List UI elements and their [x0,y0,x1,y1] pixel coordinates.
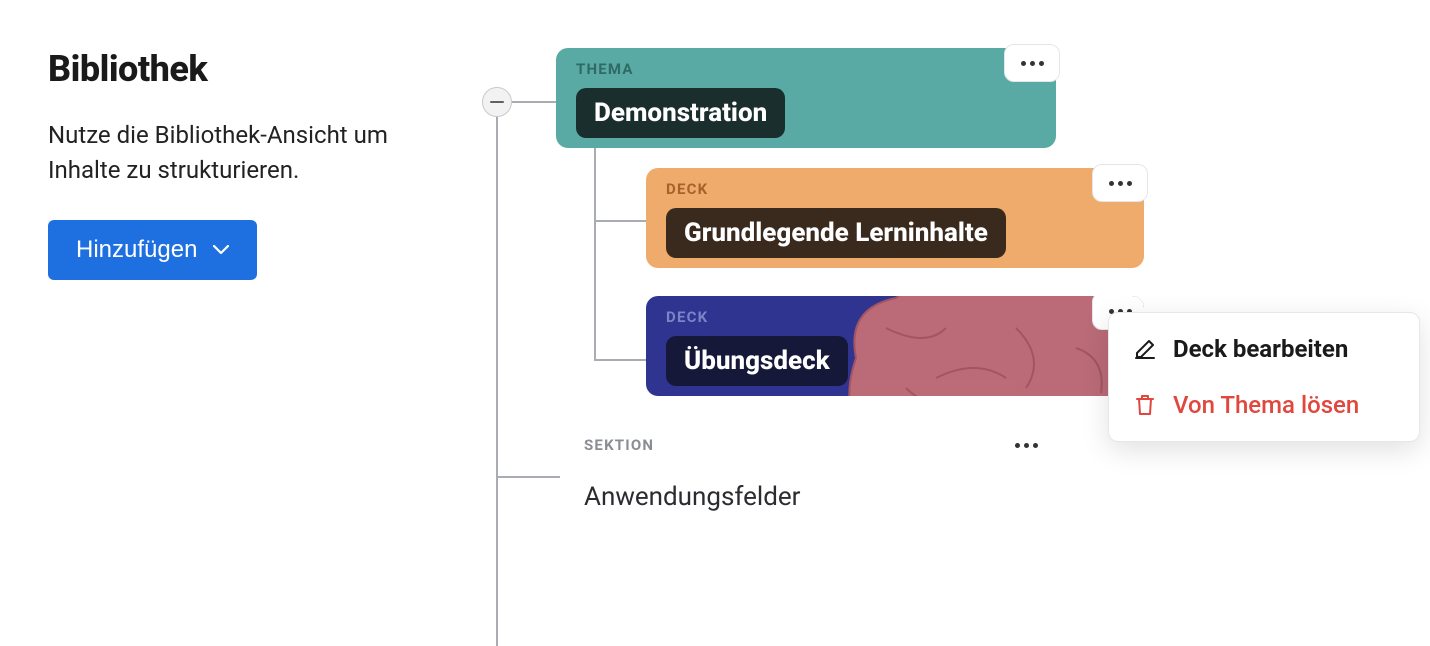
add-button-label: Hinzufügen [76,236,197,264]
more-icon [1024,443,1029,448]
more-icon [1039,61,1044,66]
section-block: SEKTION Anwendungsfelder [572,426,1062,512]
edit-icon [1133,337,1157,361]
minus-icon [490,101,504,104]
trash-icon [1133,393,1157,417]
deck-card[interactable]: DECK Grundlegende Lerninhalte [646,168,1144,268]
more-icon [1021,61,1026,66]
tree-area: THEMA Demonstration DECK Grundlegende Le… [468,48,1382,280]
deck-tag: DECK [666,180,1124,198]
deck-title: Grundlegende Lerninhalte [666,208,1006,258]
add-button[interactable]: Hinzufügen [48,220,257,280]
more-icon [1033,443,1038,448]
section-title: Anwendungsfelder [572,482,1062,512]
more-icon [1118,181,1123,186]
deck-more-button[interactable] [1092,164,1148,202]
page-title: Bibliothek [48,48,428,90]
section-more-button[interactable] [998,426,1054,464]
more-icon [1015,443,1020,448]
thema-tag: THEMA [576,60,1036,78]
more-icon [1127,181,1132,186]
thema-card[interactable]: THEMA Demonstration [556,48,1056,148]
tree-connector [594,220,646,222]
more-icon [1030,61,1035,66]
menu-label: Von Thema lösen [1173,391,1359,419]
page-description: Nutze die Bibliothek-Ansicht um Inhalte … [48,118,428,188]
context-menu: Deck bearbeiten Von Thema lösen [1108,312,1420,442]
deck-card[interactable]: DECK Übungsdeck [646,296,1144,396]
tree-connector [512,101,556,103]
menu-item-detach-from-thema[interactable]: Von Thema lösen [1109,377,1419,433]
tree-connector [594,359,646,361]
deck-tag: DECK [666,308,1124,326]
thema-title: Demonstration [576,88,785,138]
menu-item-edit-deck[interactable]: Deck bearbeiten [1109,321,1419,377]
tree-connector [594,148,596,360]
library-sidebar: Bibliothek Nutze die Bibliothek-Ansicht … [48,48,428,280]
thema-more-button[interactable] [1004,44,1060,82]
deck-title: Übungsdeck [666,336,848,386]
more-icon [1109,181,1114,186]
tree-connector [496,116,498,646]
menu-label: Deck bearbeiten [1173,335,1348,363]
tree-connector [496,476,560,478]
chevron-down-icon [213,245,229,255]
collapse-toggle[interactable] [482,87,512,117]
section-tag: SEKTION [572,436,654,454]
